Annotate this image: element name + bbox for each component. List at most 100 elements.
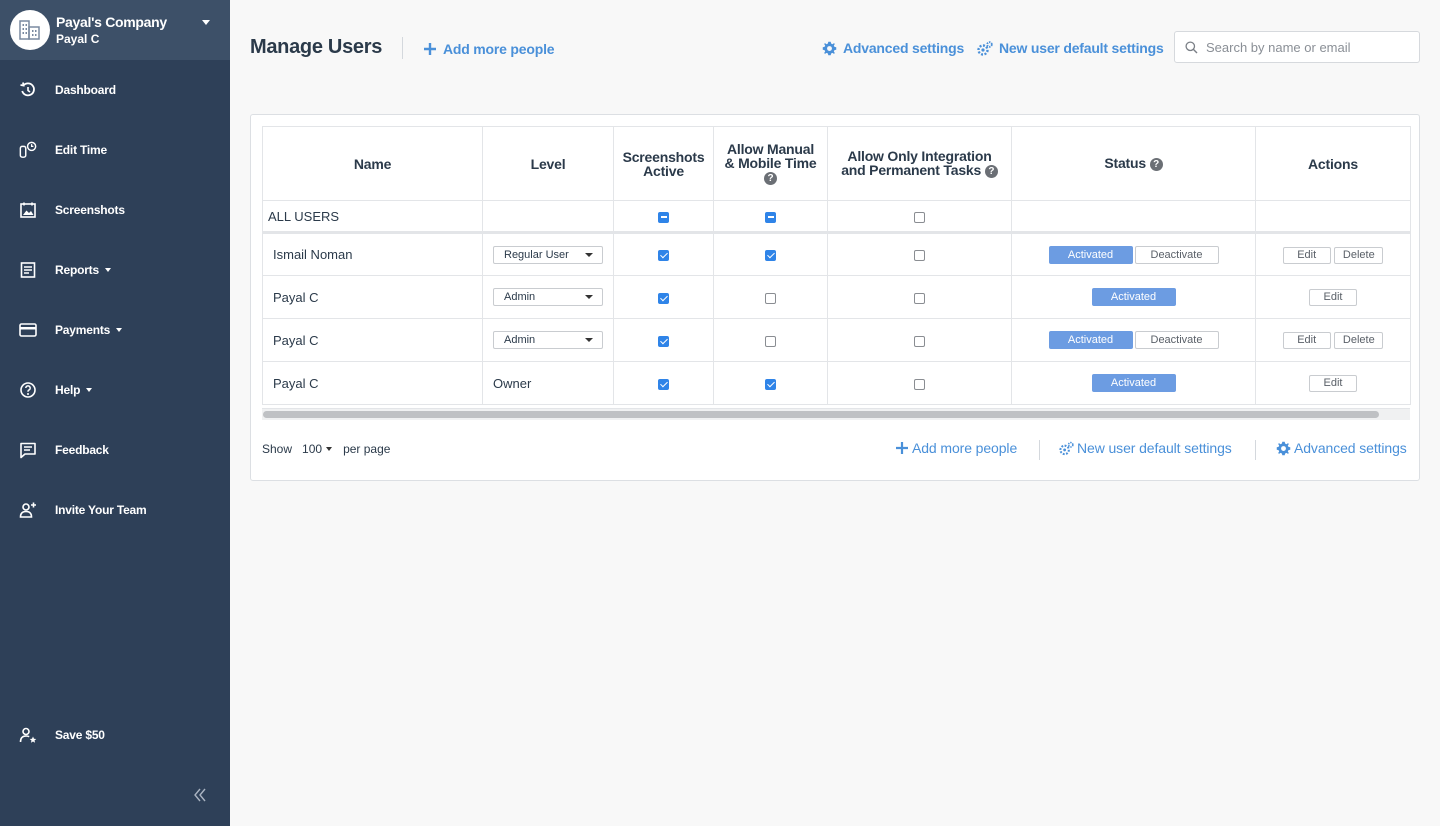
per-page-select[interactable]: 100 bbox=[302, 442, 333, 456]
screenshots-checkbox[interactable] bbox=[658, 335, 669, 347]
sidebar-item-screenshots[interactable]: Screenshots bbox=[0, 190, 230, 230]
show-label: Show bbox=[262, 442, 293, 456]
sidebar-item-dashboard[interactable]: Dashboard bbox=[0, 70, 230, 110]
column-header-name[interactable]: Name bbox=[262, 126, 483, 201]
search-input[interactable] bbox=[1206, 39, 1406, 55]
column-header-level[interactable]: Level bbox=[482, 126, 614, 201]
new-user-default-settings-label: New user default settings bbox=[999, 40, 1164, 56]
manual-time-checkbox[interactable] bbox=[765, 378, 776, 390]
sidebar-item-payments[interactable]: Payments bbox=[0, 310, 230, 350]
report-icon bbox=[19, 261, 37, 279]
table-cell: Admin bbox=[482, 318, 614, 362]
all-screenshots-checkbox[interactable] bbox=[658, 211, 669, 223]
sidebar-item-label: Invite Your Team bbox=[55, 503, 147, 517]
chevron-down-icon bbox=[202, 20, 210, 25]
sidebar-item-label: Save $50 bbox=[55, 728, 105, 742]
footer-add-more-people-link[interactable]: Add more people bbox=[895, 440, 1017, 456]
help-icon[interactable]: ? bbox=[984, 164, 998, 178]
footer-divider bbox=[1039, 440, 1040, 460]
credit-card-icon bbox=[19, 321, 37, 339]
sidebar-item-help[interactable]: Help bbox=[0, 370, 230, 410]
chevron-down-icon bbox=[585, 252, 593, 257]
all-users-label: ALL USERS bbox=[262, 200, 483, 234]
table-cell: Activated Deactivate bbox=[1011, 232, 1256, 276]
table-cell: Edit Delete bbox=[1255, 318, 1411, 362]
table-cell bbox=[613, 318, 714, 362]
sidebar-item-save-50[interactable]: Save $50 bbox=[0, 715, 230, 755]
sidebar-item-edit-time[interactable]: Edit Time bbox=[0, 130, 230, 170]
level-select[interactable]: Admin bbox=[493, 288, 603, 306]
table-row: Payal C Admin Activated Deactivate Edit D… bbox=[262, 318, 1411, 362]
activated-button[interactable]: Activated bbox=[1091, 288, 1176, 306]
table-cell: Edit bbox=[1255, 361, 1411, 405]
history-icon bbox=[19, 81, 37, 99]
horizontal-scrollbar[interactable] bbox=[262, 408, 1410, 420]
table-cell bbox=[713, 318, 828, 362]
sidebar-item-invite-team[interactable]: Invite Your Team bbox=[0, 490, 230, 530]
activated-button[interactable]: Activated bbox=[1091, 374, 1176, 392]
all-manual-time-checkbox[interactable] bbox=[765, 211, 776, 223]
table-cell bbox=[482, 200, 614, 234]
column-header-allow-manual[interactable]: Allow Manual & Mobile Time? bbox=[713, 126, 828, 201]
footer-new-user-default-settings-link[interactable]: New user default settings bbox=[1059, 440, 1232, 456]
column-header-screenshots-active[interactable]: Screenshots Active bbox=[613, 126, 714, 201]
screenshots-checkbox[interactable] bbox=[658, 250, 669, 262]
edit-button[interactable]: Edit bbox=[1309, 375, 1357, 392]
level-select[interactable]: Regular User bbox=[493, 245, 603, 264]
advanced-settings-link[interactable]: Advanced settings bbox=[822, 40, 964, 56]
table-cell bbox=[827, 275, 1012, 319]
deactivate-button[interactable]: Deactivate bbox=[1134, 331, 1219, 349]
integration-checkbox[interactable] bbox=[914, 335, 925, 347]
table-cell bbox=[713, 361, 828, 405]
screenshots-checkbox[interactable] bbox=[658, 292, 669, 304]
table-cell bbox=[1011, 200, 1256, 234]
gear-icon bbox=[822, 41, 837, 56]
delete-button[interactable]: Delete bbox=[1334, 332, 1384, 349]
screenshots-checkbox[interactable] bbox=[658, 378, 669, 390]
integration-checkbox[interactable] bbox=[914, 292, 925, 304]
level-select[interactable]: Admin bbox=[493, 331, 603, 349]
sidebar-item-label: Dashboard bbox=[55, 83, 116, 97]
activated-button[interactable]: Activated bbox=[1048, 245, 1133, 264]
deactivate-button[interactable]: Deactivate bbox=[1134, 245, 1219, 264]
column-header-status[interactable]: Status ? bbox=[1011, 126, 1256, 201]
table-cell bbox=[613, 200, 714, 234]
all-integration-checkbox[interactable] bbox=[914, 211, 925, 223]
footer-advanced-settings-link[interactable]: Advanced settings bbox=[1276, 440, 1407, 456]
sidebar-item-feedback[interactable]: Feedback bbox=[0, 430, 230, 470]
help-icon[interactable]: ? bbox=[1149, 157, 1163, 171]
table-row: Payal C Owner Activated Edit bbox=[262, 361, 1411, 405]
pagination-size: Show 100 per page bbox=[262, 442, 390, 456]
collapse-sidebar-icon[interactable] bbox=[190, 785, 210, 805]
edit-button[interactable]: Edit bbox=[1282, 246, 1331, 264]
integration-checkbox[interactable] bbox=[914, 250, 925, 262]
gear-icon bbox=[1276, 441, 1291, 456]
integration-checkbox[interactable] bbox=[914, 378, 925, 390]
sidebar-item-label: Help bbox=[55, 383, 81, 397]
chevron-down-icon bbox=[585, 338, 593, 342]
question-circle-icon bbox=[19, 381, 37, 399]
company-switcher[interactable]: Payal's Company Payal C bbox=[0, 0, 230, 60]
search-box[interactable] bbox=[1174, 31, 1420, 63]
sidebar-item-reports[interactable]: Reports bbox=[0, 250, 230, 290]
user-name: Payal C bbox=[262, 318, 483, 362]
manual-time-checkbox[interactable] bbox=[765, 250, 776, 262]
edit-button[interactable]: Edit bbox=[1309, 289, 1357, 306]
new-user-default-settings-link[interactable]: New user default settings bbox=[977, 40, 1164, 56]
user-name: Ismail Noman bbox=[262, 232, 483, 276]
add-more-people-link[interactable]: Add more people bbox=[423, 41, 555, 57]
table-cell bbox=[827, 361, 1012, 405]
footer-divider bbox=[1255, 440, 1256, 460]
manual-time-checkbox[interactable] bbox=[765, 292, 776, 304]
calendar-image-icon bbox=[19, 201, 37, 219]
sidebar-item-label: Edit Time bbox=[55, 143, 107, 157]
edit-button[interactable]: Edit bbox=[1282, 332, 1331, 349]
column-header-allow-integration[interactable]: Allow Only Integration and Permanent Task… bbox=[827, 126, 1012, 201]
manual-time-checkbox[interactable] bbox=[765, 335, 776, 347]
table-cell: Admin bbox=[482, 275, 614, 319]
delete-button[interactable]: Delete bbox=[1334, 246, 1384, 264]
help-icon[interactable]: ? bbox=[764, 171, 777, 185]
page-title: Manage Users bbox=[250, 36, 383, 58]
activated-button[interactable]: Activated bbox=[1048, 331, 1133, 349]
scrollbar-thumb[interactable] bbox=[263, 411, 1379, 418]
